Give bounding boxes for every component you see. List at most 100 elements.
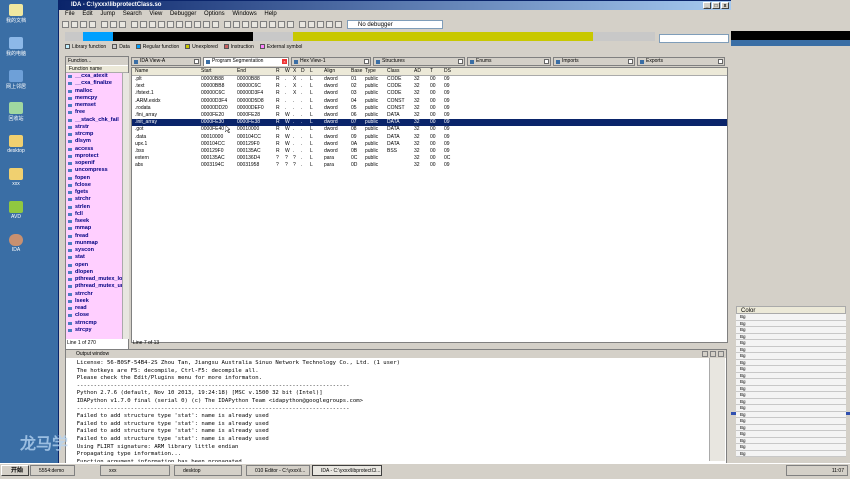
toolbar-button-icon[interactable] — [335, 21, 342, 28]
function-list-item[interactable]: __stack_chk_fail — [66, 117, 122, 124]
taskbar-task[interactable]: desktop — [174, 465, 242, 476]
function-list-item[interactable]: fclose — [66, 182, 122, 189]
function-list-item[interactable]: fcll — [66, 211, 122, 218]
tab-program-segmentation[interactable]: Program Segmentation × — [203, 57, 289, 66]
menu-options[interactable]: Options — [204, 11, 225, 17]
tab-hex-view-1[interactable]: Hex View-1 — [291, 57, 371, 66]
menu-help[interactable]: Help — [264, 11, 276, 17]
tab-enums[interactable]: Enums — [467, 57, 551, 66]
table-row[interactable]: abs 0003194C 00031958???. Lpara 0D public 32 00… — [132, 162, 727, 169]
table-row[interactable]: upx.1 000104CC 000129F0 R W.. Ldword 0A public D… — [132, 141, 727, 148]
toolbar-button-icon[interactable] — [101, 21, 108, 28]
toolbar-button-icon[interactable] — [194, 21, 201, 28]
close-button[interactable]: x — [721, 2, 729, 9]
function-list-item[interactable]: stat — [66, 254, 122, 261]
segment-column-header[interactable]: X — [293, 68, 296, 75]
function-list-item[interactable]: malloc — [66, 88, 122, 95]
function-list-item[interactable]: free — [66, 109, 122, 116]
menu-windows[interactable]: Windows — [232, 11, 256, 17]
function-list-item[interactable]: __cxa_finalize — [66, 80, 122, 87]
color-list-item[interactable]: Bg — [736, 450, 846, 457]
function-list-item[interactable]: strcmp — [66, 131, 122, 138]
menu-file[interactable]: File — [65, 11, 75, 17]
maximize-button[interactable]: □ — [712, 2, 720, 9]
tab-toggle-icon[interactable] — [718, 59, 723, 64]
segment-column-header[interactable]: Class — [387, 68, 400, 75]
table-row[interactable]: .data 00010000 000104CC R W.. Ldword 09 public D… — [132, 134, 727, 141]
toolbar-button-icon[interactable] — [89, 21, 96, 28]
menu-jump[interactable]: Jump — [100, 11, 115, 17]
tab-toggle-icon[interactable] — [544, 59, 549, 64]
function-list-item[interactable]: memcpy — [66, 95, 122, 102]
toolbar-button-icon[interactable] — [287, 21, 294, 28]
toolbar-button-icon[interactable] — [260, 21, 267, 28]
function-list-item[interactable]: fopen — [66, 175, 122, 182]
desktop-icon-desktop[interactable]: desktop — [2, 135, 30, 154]
function-list-item[interactable]: munmap — [66, 240, 122, 247]
toolbar-button-icon[interactable] — [308, 21, 315, 28]
function-list-item[interactable]: mprotect — [66, 153, 122, 160]
taskbar-task[interactable]: 5554:demo — [30, 465, 75, 476]
function-list-item[interactable]: strstr — [66, 124, 122, 131]
function-list-item[interactable]: close — [66, 312, 122, 319]
function-list-item[interactable]: mmap — [66, 225, 122, 232]
function-list-item[interactable]: strchr — [66, 196, 122, 203]
function-list-item[interactable]: uncompress — [66, 167, 122, 174]
table-row[interactable]: .fini_array 0000FE20 0000FE28 R W.. Ldword 06 p… — [132, 112, 727, 119]
toolbar-button-icon[interactable] — [269, 21, 276, 28]
menu-edit[interactable]: Edit — [82, 11, 92, 17]
function-list-item[interactable]: dlopen — [66, 269, 122, 276]
function-list-item[interactable]: fseek — [66, 218, 122, 225]
tab-toggle-icon[interactable] — [364, 59, 369, 64]
taskbar-task[interactable]: 010 Editor - C:\yxxx\l... — [246, 465, 310, 476]
desktop-icon-network[interactable]: 网上邻居 — [2, 70, 30, 90]
menu-debugger[interactable]: Debugger — [170, 11, 196, 17]
table-row[interactable]: .init_array 0000FE30 0000FE38 R W.. Ldword 07 p… — [132, 119, 727, 127]
functions-scrollbar[interactable] — [122, 73, 129, 339]
tab-ida-view-a[interactable]: IDA View-A — [131, 57, 201, 66]
table-row[interactable]: .text 00000BB8 00000C6C R. X. Ldword 02 public C… — [132, 83, 727, 90]
segment-column-header[interactable]: Start — [201, 68, 212, 75]
function-list-item[interactable]: strlen — [66, 204, 122, 211]
menu-view[interactable]: View — [149, 11, 162, 17]
toolbar-button-icon[interactable] — [242, 21, 249, 28]
function-list-item[interactable]: lseek — [66, 298, 122, 305]
table-row[interactable]: .bss 000129F0 000135AC R W.. Ldword 0B public BS… — [132, 148, 727, 155]
segment-column-header[interactable]: Name — [135, 68, 148, 75]
toolbar-button-icon[interactable] — [203, 21, 210, 28]
toolbar-button-icon[interactable] — [212, 21, 219, 28]
function-list-item[interactable]: open — [66, 262, 122, 269]
function-list-item[interactable]: access — [66, 146, 122, 153]
toolbar-button-icon[interactable] — [278, 21, 285, 28]
output-text[interactable]: License: 56-B0SF-54B4-2S Zhou Tan, Jiang… — [70, 360, 700, 462]
function-list-item[interactable]: dlsym — [66, 138, 122, 145]
function-list-item[interactable]: fread — [66, 233, 122, 240]
segment-column-header[interactable]: Align — [324, 68, 335, 75]
segment-column-header[interactable]: L — [310, 68, 313, 75]
toolbar-button-icon[interactable] — [71, 21, 78, 28]
output-scrollbar[interactable] — [709, 358, 725, 461]
table-row[interactable]: .plt 00000B88 00000B88 R. X. Ldword 01 public CO… — [132, 76, 727, 83]
toolbar-button-icon[interactable] — [224, 21, 231, 28]
segment-column-header[interactable]: Type — [365, 68, 376, 75]
toolbar-button-icon[interactable] — [251, 21, 258, 28]
function-list-item[interactable]: fgets — [66, 189, 122, 196]
menu-search[interactable]: Search — [123, 11, 142, 17]
function-list-item[interactable]: strcpy — [66, 327, 122, 334]
table-row[interactable]: extern 000135AC 000136D4???. Lpara 0C public 3… — [132, 155, 727, 162]
segment-column-header[interactable]: End — [237, 68, 246, 75]
function-list-item[interactable]: memset — [66, 102, 122, 109]
table-row[interactable]: .rodata 00000DD20 00000DEF0 R... Ldword 05 pub… — [132, 105, 727, 112]
segment-column-header[interactable]: D — [301, 68, 305, 75]
taskbar-task[interactable]: xxx — [100, 465, 170, 476]
function-name-column-header[interactable]: Function name — [66, 66, 128, 73]
tab-toggle-icon[interactable] — [458, 59, 463, 64]
toolbar-button-icon[interactable] — [167, 21, 174, 28]
tab-toggle-icon[interactable] — [628, 59, 633, 64]
function-list-item[interactable]: pthread_mutex_un — [66, 283, 122, 290]
toolbar-button-icon[interactable] — [299, 21, 306, 28]
toolbar-button-icon[interactable] — [119, 21, 126, 28]
toolbar-button-icon[interactable] — [140, 21, 147, 28]
toolbar-button-icon[interactable] — [176, 21, 183, 28]
segment-column-header[interactable]: DS — [444, 68, 451, 75]
